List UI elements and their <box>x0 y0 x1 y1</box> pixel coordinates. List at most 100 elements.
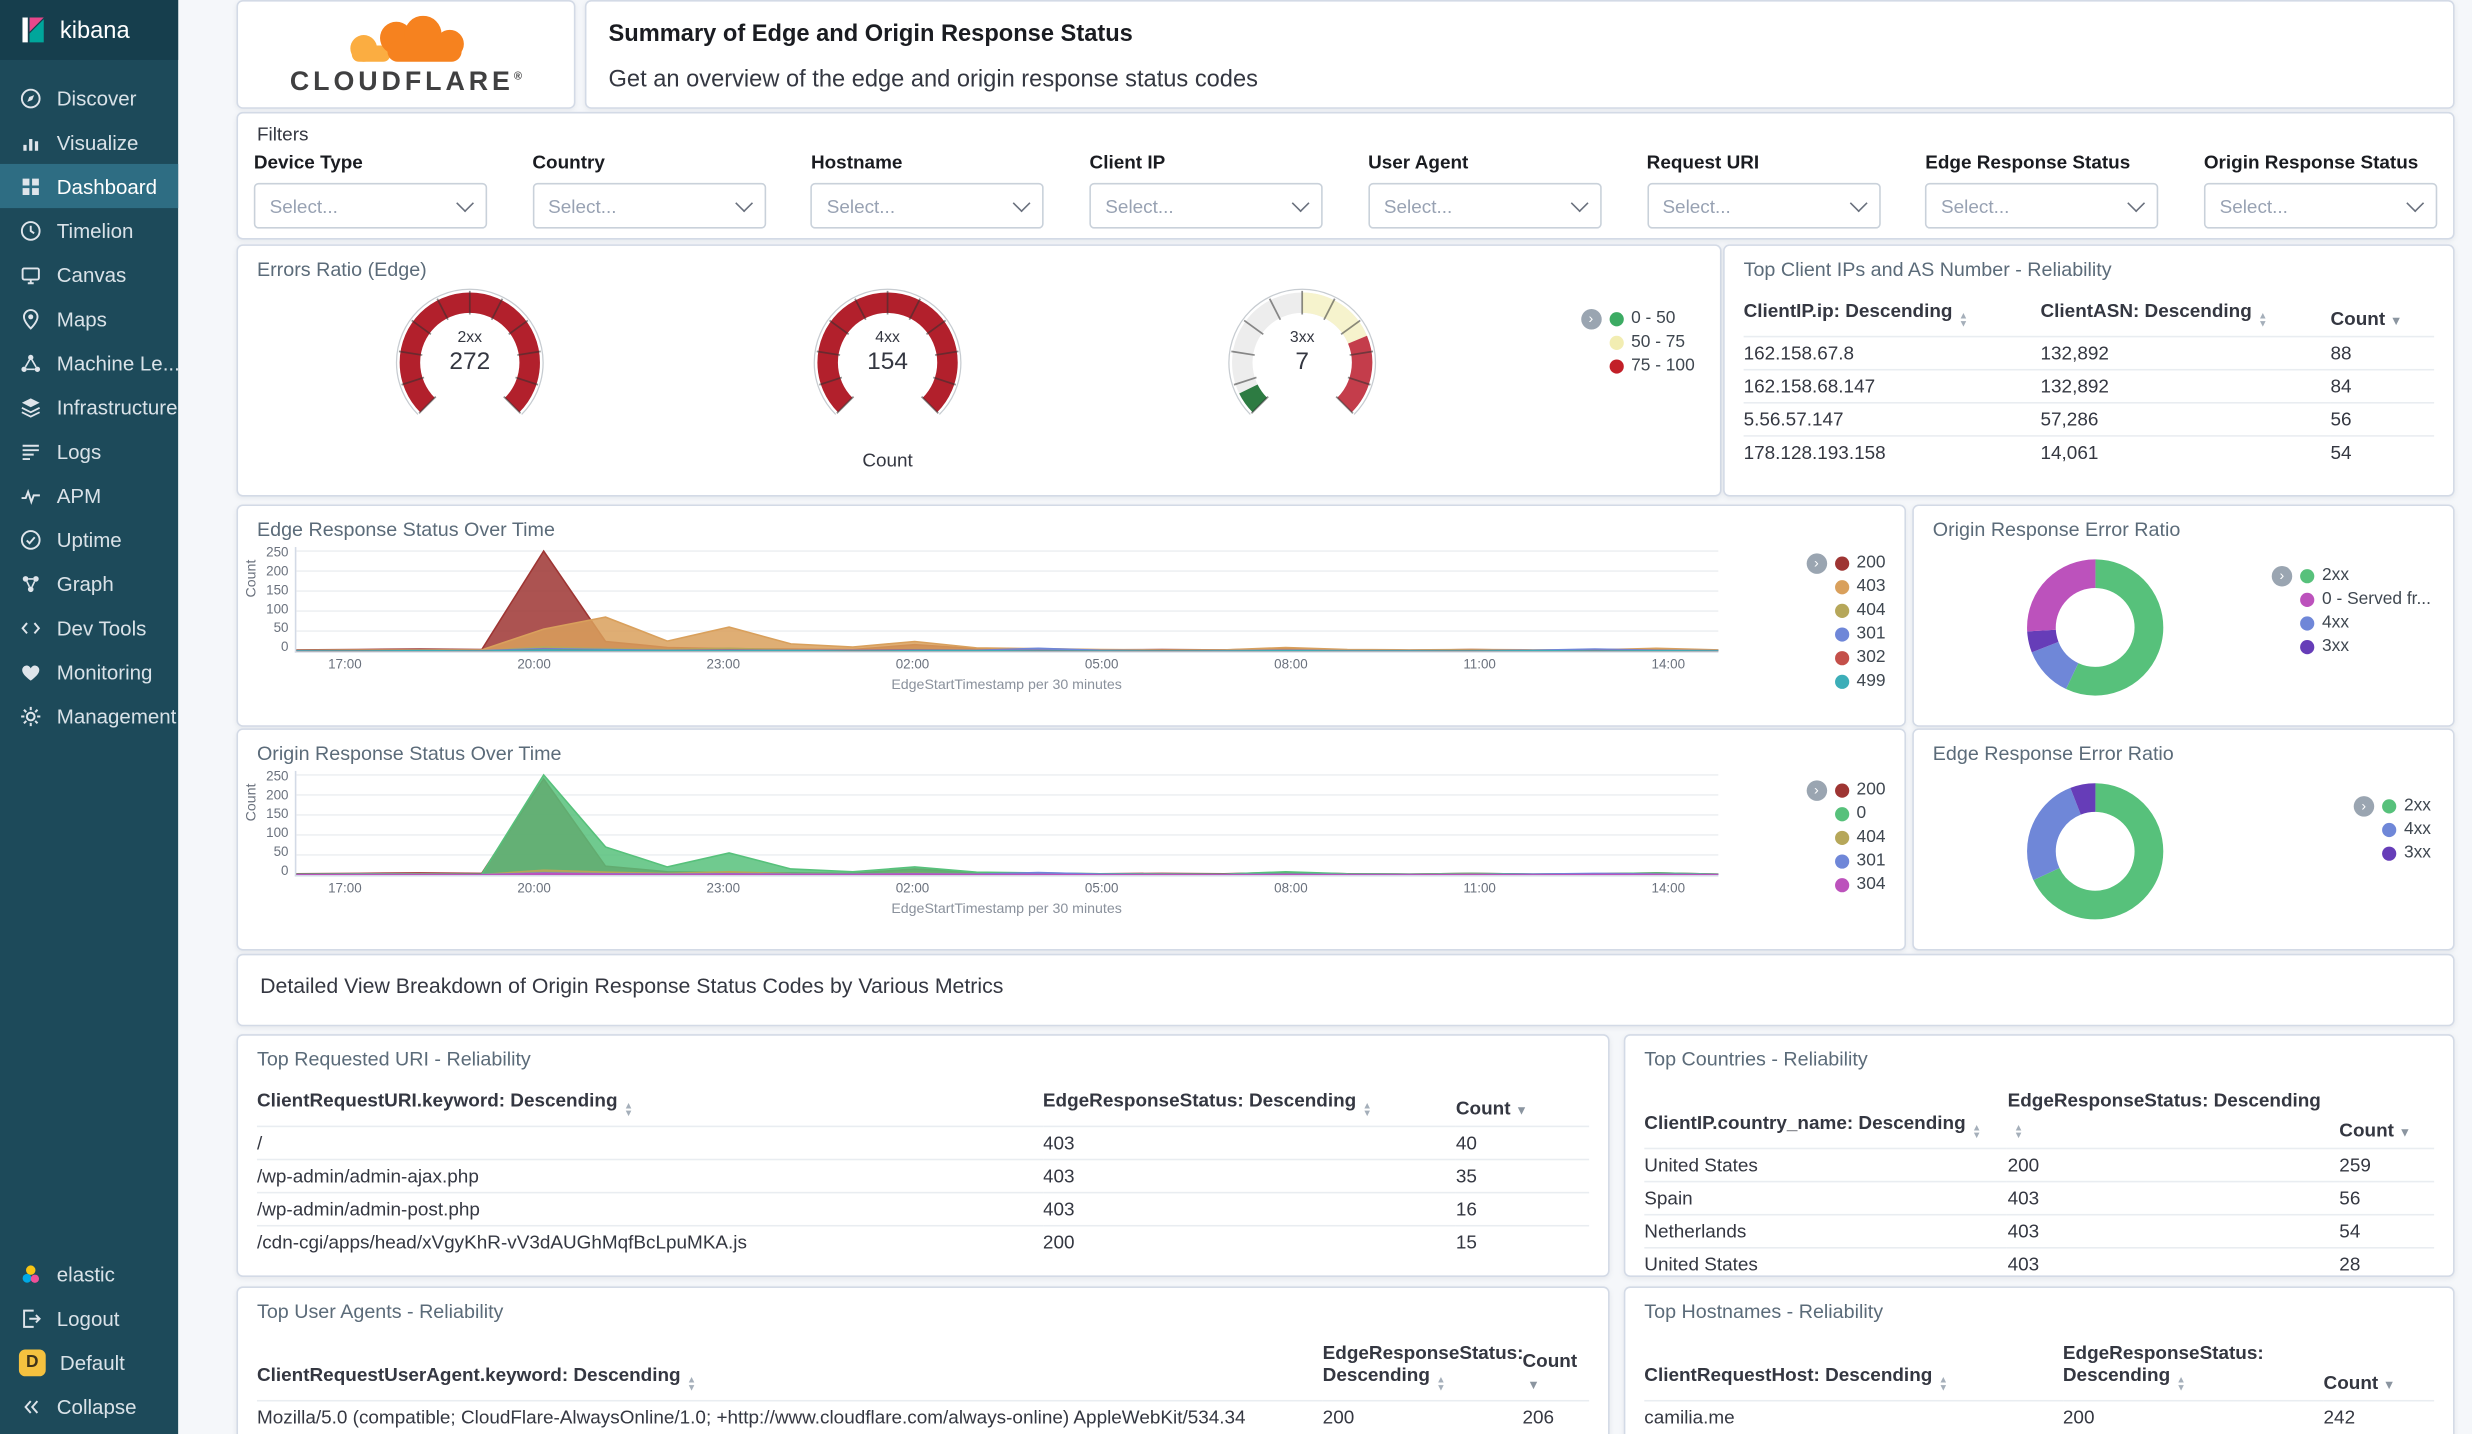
legend-toggle-icon[interactable]: › <box>2271 565 2293 587</box>
sidebar-item-apm[interactable]: APM <box>0 473 178 517</box>
sort-icon <box>2176 1378 2185 1394</box>
legend-dot-icon <box>1834 782 1849 797</box>
page-title: Summary of Edge and Origin Response Stat… <box>608 20 1133 48</box>
legend-label: 200 <box>1856 553 1886 573</box>
legend-item[interactable]: 0 <box>1834 804 1885 823</box>
column-header-edge-status[interactable]: EdgeResponseStatus: Descending <box>2063 1335 2324 1400</box>
sidebar-item-canvas[interactable]: Canvas <box>0 252 178 296</box>
top-user-agents-panel: Top User Agents - Reliability ClientRequ… <box>236 1286 1610 1434</box>
column-header-count[interactable]: Count <box>2331 293 2435 336</box>
legend-item[interactable]: 75 - 100 <box>1609 356 1695 375</box>
sidebar-item-infrastructure[interactable]: Infrastructure <box>0 385 178 429</box>
legend-item[interactable]: 403 <box>1834 577 1885 596</box>
column-header-host[interactable]: ClientRequestHost: Descending <box>1644 1335 2063 1400</box>
dashboard-main: CLOUDFLARE® Summary of Edge and Origin R… <box>178 0 2472 1434</box>
sort-icon <box>687 1378 696 1394</box>
sidebar-item-dev-tools[interactable]: Dev Tools <box>0 605 178 649</box>
legend-dot-icon <box>1834 806 1849 821</box>
monitoring-icon <box>19 660 43 684</box>
legend-item[interactable]: 0 - 50 <box>1609 309 1695 328</box>
legend-toggle-icon[interactable]: › <box>1580 308 1602 330</box>
legend-item[interactable]: 302 <box>1834 648 1885 667</box>
sidebar: kibana Discover Visualize Dashboard Time… <box>0 0 180 1434</box>
client-ip-filter-select[interactable]: Select... <box>1089 182 1323 229</box>
legend-item[interactable]: 404 <box>1834 601 1885 620</box>
country-filter-select[interactable]: Select... <box>532 182 766 229</box>
sidebar-item-discover[interactable]: Discover <box>0 76 178 120</box>
column-header-count[interactable]: Count <box>2324 1335 2435 1400</box>
sidebar-item-machine-learning[interactable]: Machine Le... <box>0 341 180 385</box>
sidebar-item-space-default[interactable]: D Default <box>0 1340 178 1384</box>
legend-item[interactable]: 2xx <box>2299 566 2431 585</box>
legend-item[interactable]: 4xx <box>2381 820 2431 839</box>
legend-item[interactable]: 0 - Served fr... <box>2299 589 2431 609</box>
sidebar-item-visualize[interactable]: Visualize <box>0 120 178 164</box>
sidebar-item-logs[interactable]: Logs <box>0 429 178 473</box>
column-header-user-agent[interactable]: ClientRequestUserAgent.keyword: Descendi… <box>257 1335 1323 1400</box>
origin-time-legend: › 200 0 404 301 304 <box>1806 780 1885 894</box>
sidebar-item-monitoring[interactable]: Monitoring <box>0 650 178 694</box>
canvas-icon <box>19 262 43 286</box>
legend-toggle-icon[interactable]: › <box>2353 796 2375 817</box>
y-axis: 250 200 150 100 50 0 <box>260 544 288 654</box>
device-type-filter-select[interactable]: Select... <box>253 182 488 229</box>
sidebar-item-maps[interactable]: Maps <box>0 296 178 340</box>
legend-item[interactable]: 404 <box>1834 828 1885 847</box>
legend-label: 0 - Served fr... <box>2322 589 2431 609</box>
legend-item[interactable]: 301 <box>1834 851 1885 870</box>
edge-response-status-filter-select[interactable]: Select... <box>1925 182 2159 229</box>
column-header-count[interactable]: Count <box>1523 1335 1590 1400</box>
table-row: camilia.me 200 242 <box>1644 1399 2435 1434</box>
hostname-filter-select[interactable]: Select... <box>810 182 1045 229</box>
column-header-edge-status[interactable]: EdgeResponseStatus: Descending <box>2008 1083 2340 1148</box>
x-axis-tick: 23:00 <box>706 655 741 672</box>
column-header-count[interactable]: Count <box>1456 1083 1589 1126</box>
y-axis-label: Count <box>242 783 259 822</box>
sidebar-item-logout[interactable]: Logout <box>0 1296 178 1340</box>
kibana-logo[interactable]: kibana <box>0 0 179 60</box>
column-header-edge-status[interactable]: EdgeResponseStatus: Descending <box>1323 1335 1523 1400</box>
column-header-country[interactable]: ClientIP.country_name: Descending <box>1644 1083 2007 1148</box>
legend-item[interactable]: 2xx <box>2381 796 2431 815</box>
legend-item[interactable]: 3xx <box>2381 843 2431 862</box>
legend-dot-icon <box>1834 555 1849 570</box>
legend-item[interactable]: 304 <box>1834 875 1885 894</box>
legend-item[interactable]: 4xx <box>2299 613 2431 632</box>
legend-item[interactable]: 301 <box>1834 624 1885 643</box>
gauge-count-label: Count <box>862 449 913 472</box>
sidebar-item-graph[interactable]: Graph <box>0 561 178 605</box>
origin-response-status-filter-select[interactable]: Select... <box>2203 182 2438 229</box>
sidebar-item-dashboard[interactable]: Dashboard <box>0 163 179 209</box>
sidebar-item-label: Maps <box>56 306 107 331</box>
sidebar-item-timelion[interactable]: Timelion <box>0 208 178 252</box>
sidebar-item-management[interactable]: Management <box>0 694 178 738</box>
column-header-edge-status[interactable]: EdgeResponseStatus: Descending <box>1043 1083 1456 1126</box>
legend-item[interactable]: 200 <box>1834 553 1885 572</box>
legend-label: 301 <box>1856 851 1886 871</box>
panel-title: Top Countries - Reliability <box>1644 1048 1868 1071</box>
cloudflare-logo-panel: CLOUDFLARE® <box>236 0 576 109</box>
legend-dot-icon <box>1609 311 1624 326</box>
sidebar-item-label: Graph <box>56 571 114 596</box>
column-header-uri[interactable]: ClientRequestURI.keyword: Descending <box>257 1083 1043 1126</box>
sidebar-item-elastic[interactable]: elastic <box>0 1252 178 1296</box>
request-uri-filter-select[interactable]: Select... <box>1646 182 1881 229</box>
x-axis-tick: 14:00 <box>1651 655 1686 672</box>
legend-item[interactable]: 200 <box>1834 780 1885 799</box>
column-header-clientasn[interactable]: ClientASN: Descending <box>2041 293 2331 336</box>
legend-item[interactable]: 499 <box>1834 672 1885 691</box>
sidebar-item-collapse[interactable]: Collapse <box>0 1384 178 1428</box>
legend-toggle-icon[interactable]: › <box>1806 780 1827 801</box>
table-row: /wp-admin/admin-post.php 403 16 <box>256 1191 1590 1226</box>
column-header-clientip[interactable]: ClientIP.ip: Descending <box>1744 293 2041 336</box>
filter-label: Edge Response Status <box>1925 151 2131 174</box>
legend-toggle-icon[interactable]: › <box>1806 553 1827 574</box>
sidebar-item-uptime[interactable]: Uptime <box>0 517 178 561</box>
user-agent-filter-select[interactable]: Select... <box>1368 182 1602 229</box>
legend-item[interactable]: 50 - 75 <box>1609 333 1695 352</box>
sidebar-item-label: Canvas <box>56 262 127 287</box>
client-ips-table: ClientIP.ip: Descending ClientASN: Desce… <box>1743 293 2435 469</box>
legend-item[interactable]: 3xx <box>2299 637 2431 656</box>
column-header-count[interactable]: Count <box>2339 1083 2434 1148</box>
sort-icon <box>2014 1126 2023 1142</box>
